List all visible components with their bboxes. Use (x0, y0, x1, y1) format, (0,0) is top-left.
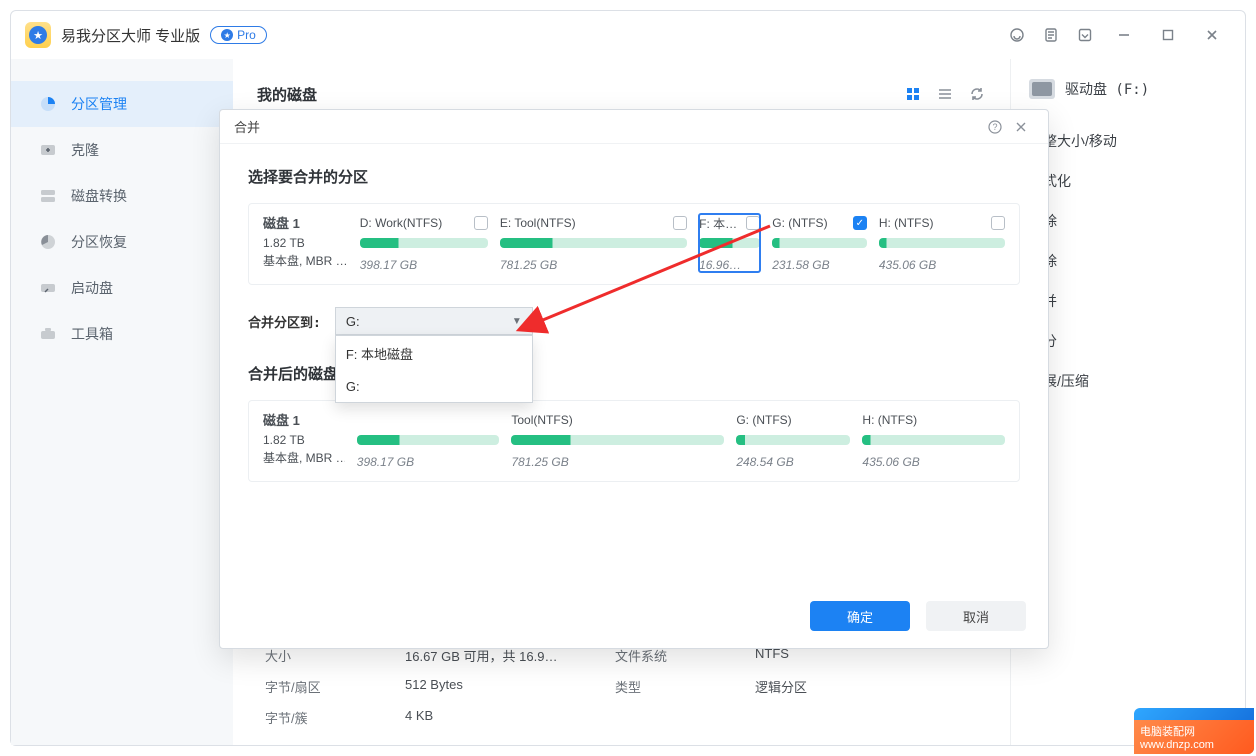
usage-bar (699, 238, 760, 248)
modal-titlebar: 合并 ? (220, 110, 1048, 144)
disk-strip-before: 磁盘 1 1.82 TB 基本盘, MBR … D: Work(NTFS) 398… (248, 203, 1020, 285)
partition-block: H: (NTFS) 435.06 GB (862, 411, 1005, 469)
partition-block[interactable]: H: (NTFS) 435.06 GB (879, 214, 1005, 272)
dropdown-list: F: 本地磁盘 G: (335, 335, 533, 403)
partition-checkbox[interactable] (991, 216, 1005, 230)
disk-type: 基本盘, MBR … (263, 252, 348, 270)
partition-name: H: (NTFS) (879, 216, 934, 230)
partition-checkbox[interactable]: ✓ (853, 216, 867, 230)
disk-meta-before: 磁盘 1 1.82 TB 基本盘, MBR … (263, 214, 348, 272)
ok-button[interactable]: 确定 (810, 601, 910, 631)
dropdown-selected-text: G: (346, 314, 360, 329)
partition-block[interactable]: E: Tool(NTFS) 781.25 GB (500, 214, 687, 272)
partition-size: 435.06 GB (879, 258, 1005, 272)
usage-bar (500, 238, 687, 248)
partition-size: 781.25 GB (511, 455, 724, 469)
partition-checkbox[interactable] (673, 216, 687, 230)
partition-name: D: Work(NTFS) (360, 216, 442, 230)
modal-buttons: 确定 取消 (220, 584, 1048, 648)
disk-size: 1.82 TB (263, 431, 345, 449)
merge-modal: 合并 ? 选择要合并的分区 磁盘 1 1.82 TB 基本盘, MBR … D:… (219, 109, 1049, 649)
usage-bar (357, 435, 500, 445)
disk-strip-after: 磁盘 1 1.82 TB 基本盘, MBR … 398.17 GB Tool(NT… (248, 400, 1020, 482)
cancel-button[interactable]: 取消 (926, 601, 1026, 631)
svg-text:?: ? (992, 122, 997, 132)
partition-block: 398.17 GB (357, 411, 500, 469)
partition-size: 231.58 GB (772, 258, 867, 272)
partition-name: Tool(NTFS) (511, 413, 572, 427)
usage-bar (360, 238, 488, 248)
dropdown-option[interactable]: F: 本地磁盘 (336, 336, 532, 371)
disk-type: 基本盘, MBR … (263, 449, 345, 467)
app-window: ★ 易我分区大师 专业版 ★ Pro 分区管理 克 (10, 10, 1246, 746)
partition-name: F: 本… (699, 215, 737, 232)
merge-to-dropdown[interactable]: G: ▼ F: 本地磁盘 G: (335, 307, 533, 335)
usage-bar (879, 238, 1005, 248)
disk-meta-after: 磁盘 1 1.82 TB 基本盘, MBR … (263, 411, 345, 469)
chevron-down-icon: ▼ (512, 316, 522, 327)
disk-size: 1.82 TB (263, 234, 348, 252)
partition-size: 16.96… (699, 258, 760, 272)
partition-block[interactable]: F: 本… 16.96… (699, 214, 760, 272)
partition-block[interactable]: D: Work(NTFS) 398.17 GB (360, 214, 488, 272)
partition-size: 398.17 GB (357, 455, 500, 469)
partition-size: 248.54 GB (736, 455, 850, 469)
usage-bar (736, 435, 850, 445)
modal-body: 选择要合并的分区 磁盘 1 1.82 TB 基本盘, MBR … D: Work… (220, 144, 1048, 584)
partition-block: G: (NTFS) 248.54 GB (736, 411, 850, 469)
modal-overlay: 合并 ? 选择要合并的分区 磁盘 1 1.82 TB 基本盘, MBR … D:… (11, 11, 1245, 745)
partition-size: 435.06 GB (862, 455, 1005, 469)
usage-bar (772, 238, 867, 248)
partition-block[interactable]: G: (NTFS) ✓ 231.58 GB (772, 214, 867, 272)
disk-name: 磁盘 1 (263, 411, 345, 431)
partition-checkbox[interactable] (746, 216, 760, 230)
partition-block: Tool(NTFS) 781.25 GB (511, 411, 724, 469)
disk-name: 磁盘 1 (263, 214, 348, 234)
usage-bar (862, 435, 1005, 445)
dropdown-selected[interactable]: G: ▼ (335, 307, 533, 335)
partition-name: G: (NTFS) (736, 413, 791, 427)
modal-title: 合并 (234, 117, 260, 136)
merge-to-label: 合并分区到: (248, 312, 321, 331)
merge-to-row: 合并分区到: G: ▼ F: 本地磁盘 G: (248, 307, 1020, 335)
partition-name: H: (NTFS) (862, 413, 917, 427)
partition-size: 398.17 GB (360, 258, 488, 272)
partition-checkbox[interactable] (474, 216, 488, 230)
select-section-title: 选择要合并的分区 (248, 166, 1020, 187)
partition-size: 781.25 GB (500, 258, 687, 272)
usage-bar (511, 435, 724, 445)
dropdown-option[interactable]: G: (336, 371, 532, 402)
partition-name: G: (NTFS) (772, 216, 827, 230)
help-icon[interactable]: ? (982, 114, 1008, 140)
partition-name: E: Tool(NTFS) (500, 216, 576, 230)
modal-close-icon[interactable] (1008, 114, 1034, 140)
